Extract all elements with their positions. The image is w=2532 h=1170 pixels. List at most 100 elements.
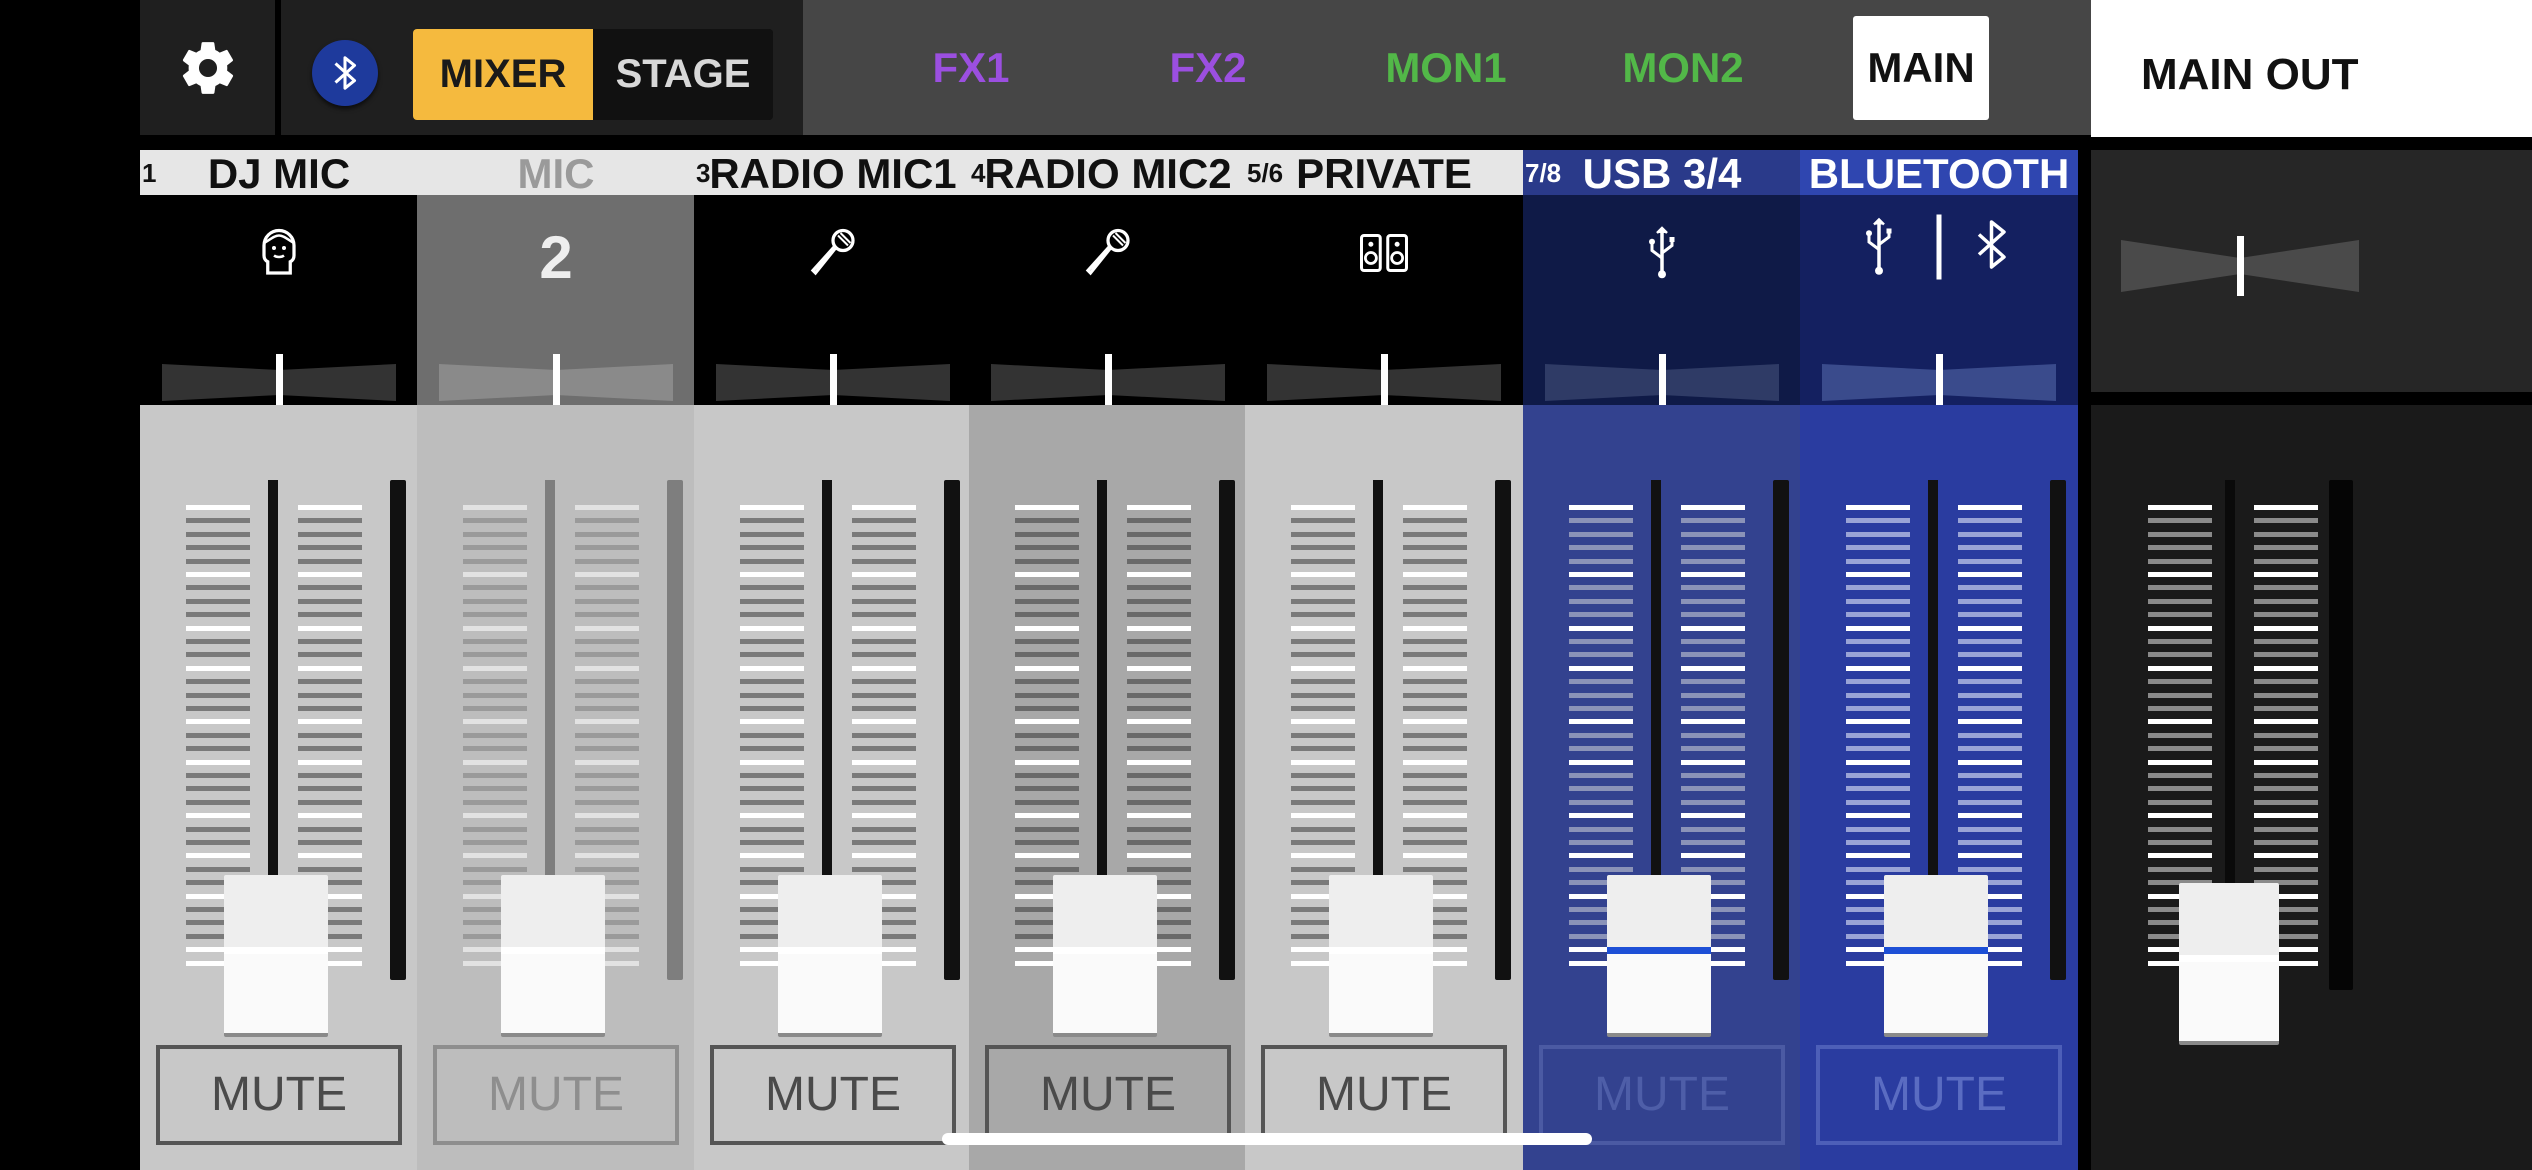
channel-label[interactable]: 7/8 USB 3/4 bbox=[1523, 150, 1801, 197]
fader-scale-mark bbox=[1291, 786, 1355, 792]
fader-scale-mark bbox=[298, 572, 362, 577]
fader-scale-mark bbox=[1127, 786, 1191, 792]
fader-handle[interactable] bbox=[1607, 875, 1711, 1033]
bus-tab-fx2[interactable]: FX2 bbox=[1108, 0, 1308, 135]
tab-mixer[interactable]: MIXER bbox=[413, 29, 593, 120]
channel-label[interactable]: MIC bbox=[417, 150, 695, 197]
pan-control[interactable] bbox=[162, 354, 396, 412]
fader-handle[interactable] bbox=[1329, 875, 1433, 1033]
fader-scale-mark bbox=[463, 706, 527, 711]
fader-scale-mark bbox=[2148, 505, 2212, 510]
channel-label[interactable]: BLUETOOTH bbox=[1800, 150, 2078, 197]
fader-scale-mark bbox=[852, 732, 916, 738]
mute-button[interactable]: MUTE bbox=[433, 1045, 679, 1145]
pan-control[interactable] bbox=[439, 354, 673, 412]
fader-handle[interactable] bbox=[1884, 875, 1988, 1033]
fader-scale-mark bbox=[1569, 853, 1633, 859]
fader-scale-mark bbox=[740, 545, 804, 551]
pan-knob[interactable] bbox=[1381, 354, 1388, 412]
bus-tab-fx1[interactable]: FX1 bbox=[871, 0, 1071, 135]
fader-scale-mark bbox=[1569, 706, 1633, 711]
tab-stage[interactable]: STAGE bbox=[593, 29, 773, 120]
pan-knob[interactable] bbox=[1659, 354, 1666, 412]
fader-scale-mark bbox=[2148, 692, 2212, 698]
mute-button[interactable]: MUTE bbox=[1816, 1045, 2062, 1145]
fader-scale-mark bbox=[1015, 652, 1079, 658]
pan-control[interactable] bbox=[716, 354, 950, 412]
fader-scale-mark bbox=[1846, 840, 1910, 845]
channel-label[interactable]: 3 RADIO MIC1 bbox=[694, 150, 972, 197]
bus-tab-main[interactable]: MAIN bbox=[1853, 16, 1989, 120]
fader-scale-mark bbox=[1291, 545, 1355, 551]
pan-knob[interactable] bbox=[1936, 354, 1943, 412]
main-out-balance-control[interactable] bbox=[2121, 236, 2359, 296]
fader-scale-mark bbox=[852, 639, 916, 644]
fader-handle[interactable] bbox=[778, 875, 882, 1033]
pan-knob[interactable] bbox=[830, 354, 837, 412]
fader-scale-mark bbox=[1015, 786, 1079, 792]
fader-handle[interactable] bbox=[1053, 875, 1157, 1033]
fader-scale-mark bbox=[1015, 612, 1079, 618]
fader-scale-mark bbox=[1681, 558, 1745, 564]
fader-scale-mark bbox=[186, 518, 250, 524]
fader-scale-mark bbox=[1681, 652, 1745, 658]
fader-scale-mark bbox=[463, 866, 527, 872]
channel-strip: 1 DJ MIC MUTE bbox=[140, 150, 418, 1170]
mute-button[interactable]: MUTE bbox=[985, 1045, 1231, 1145]
pan-knob[interactable] bbox=[1105, 354, 1112, 412]
fader-scale-mark bbox=[740, 840, 804, 845]
channel-name: RADIO MIC1 bbox=[709, 150, 957, 197]
mute-button[interactable]: MUTE bbox=[1539, 1045, 1785, 1145]
fader-scale-mark bbox=[298, 612, 362, 618]
fader-scale-mark bbox=[1681, 665, 1745, 671]
channel-label[interactable]: 4 RADIO MIC2 bbox=[969, 150, 1247, 197]
channel-fader-area: MUTE bbox=[694, 405, 972, 1170]
fader-scale-mark bbox=[852, 759, 916, 765]
fader-scale-mark bbox=[2254, 826, 2318, 832]
fader-scale-mark bbox=[1846, 799, 1910, 805]
fader-scale-mark bbox=[298, 518, 362, 524]
mute-button[interactable]: MUTE bbox=[1261, 1045, 1507, 1145]
bus-tab-mon1[interactable]: MON1 bbox=[1346, 0, 1546, 135]
pan-knob[interactable] bbox=[276, 354, 283, 412]
fader-scale-mark bbox=[1127, 572, 1191, 577]
fader-scale-mark bbox=[1681, 545, 1745, 551]
fader-scale-mark bbox=[298, 826, 362, 832]
pan-control[interactable] bbox=[1822, 354, 2056, 412]
fader-scale-mark bbox=[186, 853, 250, 859]
level-meter bbox=[944, 480, 960, 980]
channel-name: PRIVATE bbox=[1296, 150, 1472, 197]
fader-handle[interactable] bbox=[224, 875, 328, 1033]
channel-input-area bbox=[694, 195, 972, 412]
channel-label[interactable]: 1 DJ MIC bbox=[140, 150, 418, 197]
settings-button[interactable] bbox=[140, 0, 275, 135]
level-meter bbox=[1773, 480, 1789, 980]
bus-tab-mon2[interactable]: MON2 bbox=[1583, 0, 1783, 135]
pan-knob[interactable] bbox=[553, 354, 560, 412]
fader-scale-mark bbox=[740, 558, 804, 564]
fader-scale-mark bbox=[1403, 531, 1467, 537]
bluetooth-button[interactable] bbox=[312, 40, 378, 106]
fader-scale-mark bbox=[1127, 813, 1191, 819]
channel-label[interactable]: 5/6 PRIVATE bbox=[1245, 150, 1523, 197]
fader-scale-mark bbox=[852, 799, 916, 805]
fader-handle[interactable] bbox=[501, 875, 605, 1033]
pan-control[interactable] bbox=[991, 354, 1225, 412]
fader-scale-mark bbox=[1291, 853, 1355, 859]
mute-button[interactable]: MUTE bbox=[156, 1045, 402, 1145]
pan-control[interactable] bbox=[1545, 354, 1779, 412]
fader-scale-mark bbox=[1846, 625, 1910, 631]
fader-scale-mark bbox=[2254, 558, 2318, 564]
fader-scale-mark bbox=[1403, 826, 1467, 832]
mute-button[interactable]: MUTE bbox=[710, 1045, 956, 1145]
channel-input-area: 2 bbox=[417, 195, 695, 412]
pan-control[interactable] bbox=[1267, 354, 1501, 412]
fader-scale-mark bbox=[1015, 518, 1079, 524]
fader-scale-mark bbox=[852, 558, 916, 564]
main-fader-handle[interactable] bbox=[2179, 883, 2279, 1041]
fader-scale-mark bbox=[2254, 719, 2318, 725]
fader-scale-mark bbox=[463, 639, 527, 644]
fader-scale-mark bbox=[1569, 572, 1633, 577]
fader-scale-mark bbox=[1015, 813, 1079, 819]
fader-scale-mark bbox=[575, 813, 639, 819]
